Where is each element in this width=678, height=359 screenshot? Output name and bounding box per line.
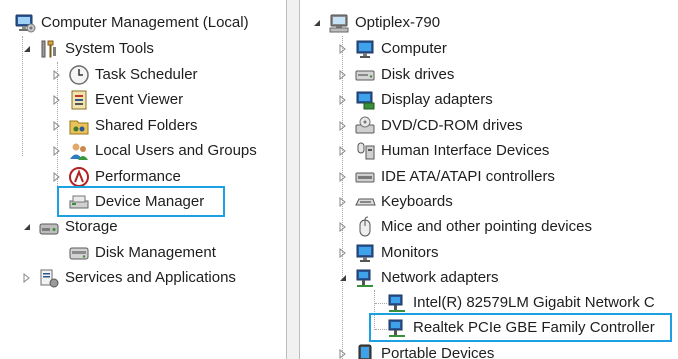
hid-icon <box>354 140 376 162</box>
collapsed-arrow-icon[interactable] <box>338 145 348 156</box>
collapsed-arrow-icon[interactable] <box>52 94 62 105</box>
network-icon <box>354 267 376 289</box>
shared-folder-icon <box>68 115 90 137</box>
event-viewer-icon <box>68 89 90 111</box>
expanded-arrow-icon[interactable] <box>22 44 32 54</box>
mouse-icon <box>354 216 376 238</box>
collapsed-arrow-icon[interactable] <box>52 120 62 131</box>
services-icon <box>38 267 60 289</box>
ide-icon <box>354 166 376 188</box>
tree-item-label: System Tools <box>65 40 154 57</box>
network-card-icon <box>386 317 408 339</box>
tree-item-label: Computer Management (Local) <box>41 14 249 31</box>
network-card-icon <box>386 292 408 314</box>
collapsed-arrow-icon[interactable] <box>52 145 62 156</box>
users-icon <box>68 140 90 162</box>
tree-item-label: Disk drives <box>381 66 455 83</box>
disk-management-icon <box>68 242 90 264</box>
computer-icon <box>328 12 350 34</box>
monitor-icon <box>354 242 376 264</box>
tree-item-label: Device Manager <box>95 193 205 210</box>
performance-icon <box>68 166 90 188</box>
portable-device-icon <box>354 343 376 359</box>
tree-item-device-manager[interactable]: Device Manager <box>68 189 204 214</box>
device-manager-icon <box>68 191 90 213</box>
tree-item-label: Mice and other pointing devices <box>381 218 592 235</box>
keyboard-icon <box>354 191 376 213</box>
console-tree-pane: Computer Management (Local) System Tools… <box>0 0 286 359</box>
tree-item-system-tools[interactable]: System Tools <box>22 36 154 61</box>
collapsed-arrow-icon[interactable] <box>52 69 62 80</box>
tree-item-realtek-network[interactable]: Realtek PCIe GBE Family Controller <box>386 315 655 340</box>
tree-item-label: Services and Applications <box>65 269 236 286</box>
tree-item-label: Network adapters <box>381 269 499 286</box>
tree-item-label: Keyboards <box>381 193 453 210</box>
disk-drive-icon <box>354 64 376 86</box>
storage-icon <box>38 216 60 238</box>
tree-item-storage[interactable]: Storage <box>22 214 118 239</box>
collapsed-arrow-icon[interactable] <box>338 43 348 54</box>
monitor-icon <box>354 38 376 60</box>
collapsed-arrow-icon[interactable] <box>338 171 348 182</box>
collapsed-arrow-icon[interactable] <box>338 69 348 80</box>
collapsed-arrow-icon[interactable] <box>22 272 32 283</box>
tree-item-label: Monitors <box>381 244 439 261</box>
tree-item-dvd-cdrom[interactable]: DVD/CD-ROM drives <box>338 113 523 138</box>
tree-item-label: DVD/CD-ROM drives <box>381 117 523 134</box>
tree-item-shared-folders[interactable]: Shared Folders <box>52 113 198 138</box>
device-tree-pane: Optiplex-790 Computer Disk drives Displa… <box>300 0 678 359</box>
collapsed-arrow-icon[interactable] <box>338 196 348 207</box>
tree-item-hid[interactable]: Human Interface Devices <box>338 138 549 163</box>
pane-splitter[interactable] <box>286 0 300 359</box>
display-adapter-icon <box>354 89 376 111</box>
dvd-icon <box>354 115 376 137</box>
tree-item-label: Human Interface Devices <box>381 142 550 159</box>
tree-item-label: Intel(R) 82579LM Gigabit Network C <box>413 294 655 311</box>
tree-item-label: Event Viewer <box>95 91 184 108</box>
tree-item-label: Shared Folders <box>95 117 198 134</box>
tree-item-services-applications[interactable]: Services and Applications <box>22 265 236 290</box>
tree-item-label: Display adapters <box>381 91 493 108</box>
tree-item-label: Task Scheduler <box>95 66 198 83</box>
expanded-arrow-icon[interactable] <box>338 273 348 283</box>
tree-item-network-adapters[interactable]: Network adapters <box>338 265 499 290</box>
collapsed-arrow-icon[interactable] <box>338 221 348 232</box>
tree-item-display-adapters[interactable]: Display adapters <box>338 87 493 112</box>
tree-item-ide-controllers[interactable]: IDE ATA/ATAPI controllers <box>338 164 555 189</box>
tree-item-label: Disk Management <box>95 244 216 261</box>
tree-item-monitors[interactable]: Monitors <box>338 240 439 265</box>
tree-item-computer[interactable]: Computer <box>338 36 447 61</box>
tree-item-label: Portable Devices <box>381 345 495 359</box>
tree-item-local-users[interactable]: Local Users and Groups <box>52 138 257 163</box>
tree-item-label: Realtek PCIe GBE Family Controller <box>413 319 655 336</box>
tree-item-keyboards[interactable]: Keyboards <box>338 189 453 214</box>
tree-item-intel-network[interactable]: Intel(R) 82579LM Gigabit Network C <box>386 290 655 315</box>
expanded-arrow-icon[interactable] <box>312 18 322 28</box>
tree-item-label: Computer <box>381 40 447 57</box>
tree-item-mice[interactable]: Mice and other pointing devices <box>338 214 592 239</box>
clock-icon <box>68 64 90 86</box>
tree-item-task-scheduler[interactable]: Task Scheduler <box>52 62 198 87</box>
expanded-arrow-icon[interactable] <box>22 222 32 232</box>
collapsed-arrow-icon[interactable] <box>338 94 348 105</box>
collapsed-arrow-icon[interactable] <box>338 120 348 131</box>
tree-item-label: Storage <box>65 218 118 235</box>
collapsed-arrow-icon[interactable] <box>52 171 62 182</box>
tree-item-disk-management[interactable]: Disk Management <box>68 240 216 265</box>
tree-item-optiplex[interactable]: Optiplex-790 <box>312 10 440 35</box>
tree-item-event-viewer[interactable]: Event Viewer <box>52 87 183 112</box>
tree-item-computer-management[interactable]: Computer Management (Local) <box>14 10 249 35</box>
collapsed-arrow-icon[interactable] <box>338 247 348 258</box>
tree-item-portable-devices[interactable]: Portable Devices <box>338 341 494 359</box>
tree-item-disk-drives[interactable]: Disk drives <box>338 62 454 87</box>
tree-item-label: Optiplex-790 <box>355 14 441 31</box>
tree-item-label: Local Users and Groups <box>95 142 257 159</box>
collapsed-arrow-icon[interactable] <box>338 348 348 359</box>
computer-management-icon <box>14 12 36 34</box>
tree-item-label: IDE ATA/ATAPI controllers <box>381 168 555 185</box>
tools-icon <box>38 38 60 60</box>
